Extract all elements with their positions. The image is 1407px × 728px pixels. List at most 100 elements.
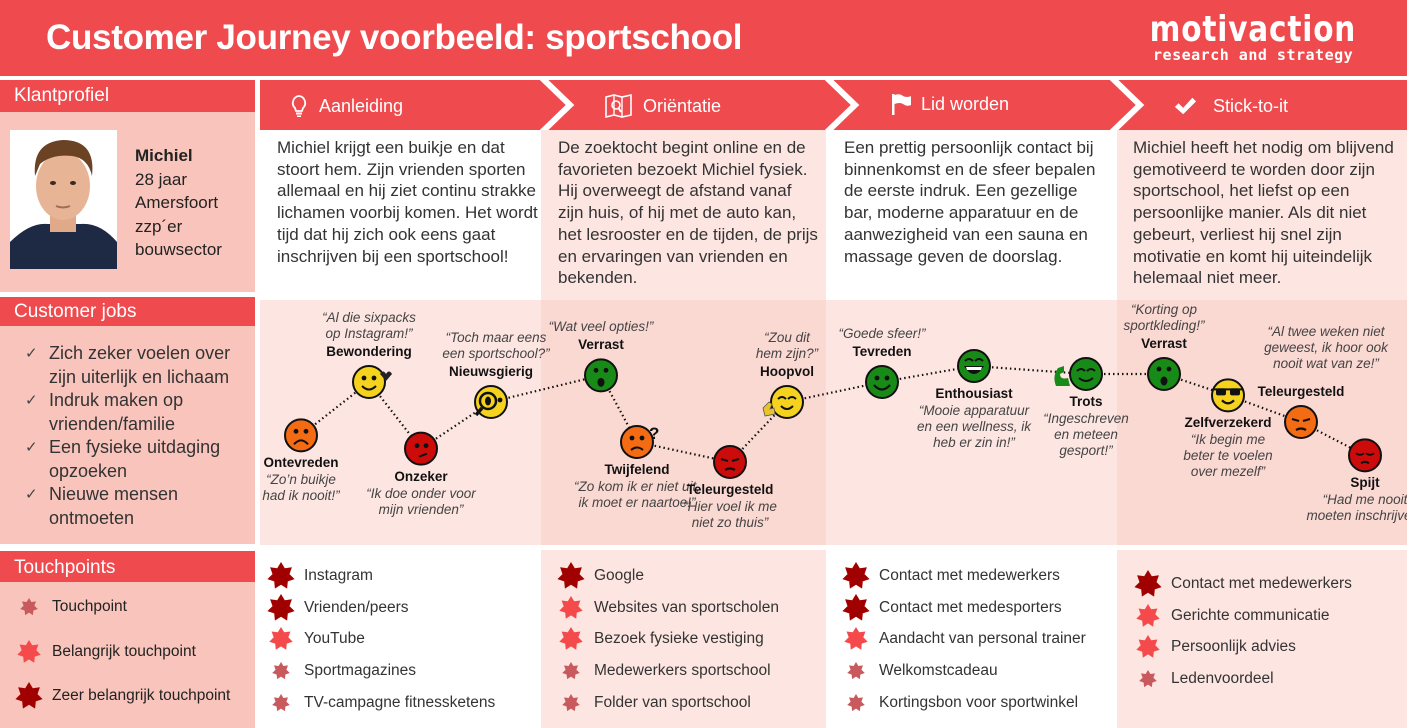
touchpoint-label: TV-campagne fitnessketens — [304, 693, 496, 711]
legend-label: Touchpoint — [52, 598, 127, 615]
touchpoint-item: Ledenvoordeel — [1133, 663, 1352, 695]
touchpoint-label: Vrienden/peers — [304, 598, 409, 616]
touchpoint-item: Aandacht van personal trainer — [841, 623, 1086, 655]
emotion-face-disappointed-icon — [1284, 405, 1318, 439]
emotion-quote: “Zo kom ik er niet uit, ik moet er naart… — [573, 479, 701, 510]
emotion-face-cool-icon — [1211, 378, 1245, 413]
profile-photo — [10, 130, 117, 269]
checkmark-icon — [1173, 94, 1197, 118]
important-touchpoint-star-icon — [1133, 603, 1163, 628]
touchpoint-star-icon — [266, 693, 296, 712]
emotion-quote: “Wat veel opties!” — [548, 319, 654, 335]
checkmark-icon: ✓ — [25, 392, 38, 409]
touchpoint-star-icon — [556, 693, 586, 712]
emotion-label: Trots — [1069, 394, 1103, 409]
phase-label: Lid worden — [921, 93, 1010, 114]
phase-description: Michiel heeft het nodig om blijvend gemo… — [1133, 138, 1394, 288]
touchpoint-item: Contact met medewerkers — [1133, 568, 1352, 600]
touchpoint-star-icon — [266, 661, 296, 680]
emotion-quote: “Zo’n buikje had ik nooit!” — [262, 472, 340, 504]
checkmark-icon: ✓ — [25, 439, 38, 456]
touchpoint-label: Gerichte communicatie — [1171, 606, 1330, 624]
phase-description: Michiel krijgt een buikje en dat stoort … — [277, 138, 538, 266]
phase-description: Een prettig persoonlijk contact bij binn… — [844, 138, 1096, 266]
touchpoint-item: Instagram — [266, 560, 495, 592]
emotion-quote: “Had me nooit moeten inschrijven” — [1306, 492, 1407, 524]
emotion-face-happy-icon — [865, 365, 899, 399]
important-touchpoint-star-icon — [556, 595, 586, 620]
person-avatar-icon — [10, 130, 117, 269]
emotion-label: Enthousiast — [935, 386, 1013, 401]
touchpoint-item: Folder van sportschool — [556, 687, 779, 719]
profile-age: 28 jaar — [135, 169, 187, 189]
very-important-touchpoint-star-icon — [1133, 569, 1163, 598]
touchpoint-list-lid-worden: Contact met medewerkers Contact met medes… — [841, 560, 1086, 718]
very-important-touchpoint-star-icon — [841, 561, 871, 590]
touchpoint-item: Contact met medesporters — [841, 592, 1086, 624]
emotion-label: Hoopvol — [760, 364, 814, 379]
touchpoint-label: Sportmagazines — [304, 661, 417, 679]
jobs-list: ✓ Zich zeker voelen over zijn uiterlijk e… — [25, 342, 240, 530]
legend-item: Belangrijk touchpoint — [14, 640, 196, 664]
checkmark-icon: ✓ — [25, 486, 38, 503]
important-touchpoint-star-icon — [14, 640, 44, 664]
emotion-quote: “Zou dit hem zijn?” — [755, 330, 819, 361]
phase-label: Stick-to-it — [1213, 95, 1289, 116]
touchpoint-label: Aandacht van personal trainer — [879, 630, 1086, 648]
emotion-face-laugh-icon — [957, 349, 991, 383]
touchpoint-item: Sportmagazines — [266, 655, 495, 687]
page-title: Customer Journey voorbeeld: sportschool — [46, 18, 743, 57]
phase-tab-stick-to-it: Stick-to-it — [1173, 94, 1288, 118]
emotion-quote: “Toch maar eens een sportschool?” — [442, 330, 550, 361]
emotion-label: Verrast — [1141, 336, 1187, 351]
emotion-label: Onzeker — [394, 468, 448, 484]
touchpoint-label: YouTube — [304, 630, 365, 648]
touchpoint-star-icon — [556, 661, 586, 680]
phase-tab-aanleiding: Aanleiding — [287, 94, 403, 118]
touchpoint-label: Folder van sportschool — [594, 693, 751, 711]
emotion-quote: “Mooie apparatuur en een wellness, ik he… — [916, 403, 1032, 450]
emotion-quote: “Al die sixpacks op Instagram!” — [322, 310, 416, 341]
touchpoint-label: Contact met medewerkers — [879, 566, 1060, 584]
job-item: ✓ Indruk maken op vrienden/familie — [25, 390, 184, 434]
emotion-quote: “Hier voel ik me niet zo thuis” — [683, 499, 777, 530]
emotion-face-regret-icon — [1348, 438, 1382, 473]
job-item: ✓ Nieuwe mensen ontmoeten — [25, 484, 179, 528]
emotion-quote: “Ik begin me beter te voelen over mezelf… — [1183, 432, 1273, 480]
touchpoint-label: Websites van sportscholen — [594, 598, 779, 616]
touchpoint-star-icon — [14, 598, 44, 616]
emotion-quote: “Ik doe onder voor mijn vrienden” — [366, 485, 476, 517]
emotion-face-surprised-icon — [584, 358, 618, 393]
logo-main: motivaction — [1149, 9, 1357, 50]
emotion-face-love-icon — [352, 365, 392, 399]
profile-city: Amersfoort — [135, 193, 219, 212]
touchpoint-star-icon — [841, 693, 871, 712]
profile-heading: Klantprofiel — [0, 80, 255, 112]
phase-tab-lid-worden: Lid worden — [889, 92, 1009, 116]
touchpoint-label: Medewerkers sportschool — [594, 661, 771, 679]
emotion-face-hopeful-icon — [762, 385, 804, 419]
checkmark-icon: ✓ — [25, 345, 38, 362]
emotion-label: Twijfelend — [604, 462, 670, 477]
phase-label: Aanleiding — [319, 95, 404, 116]
legend-item: Zeer belangrijk touchpoint — [14, 682, 230, 710]
important-touchpoint-star-icon — [556, 627, 586, 651]
emotion-face-surprised-icon — [1147, 357, 1181, 391]
emotion-face-curious-icon — [474, 385, 508, 419]
emotion-face-disappointed-icon — [713, 445, 747, 479]
touchpoint-label: Bezoek fysieke vestiging — [594, 630, 764, 648]
important-touchpoint-star-icon — [266, 627, 296, 651]
emotion-label: Ontevreden — [263, 455, 339, 471]
touchpoint-item: TV-campagne fitnessketens — [266, 687, 495, 719]
touchpoint-list-stick-to-it: Contact met medewerkers Gerichte communic… — [1133, 568, 1352, 695]
touchpoint-item: Vrienden/peers — [266, 592, 495, 624]
touchpoint-item: YouTube — [266, 623, 495, 655]
svg-text:?: ? — [649, 424, 659, 443]
profile-job: zzp´er — [135, 216, 183, 236]
legend-item: Touchpoint — [14, 598, 127, 616]
very-important-touchpoint-star-icon — [841, 593, 871, 622]
legend-label: Belangrijk touchpoint — [52, 643, 196, 660]
emotion-quote: “Korting op sportkleding!” — [1123, 302, 1205, 333]
emotion-label: Tevreden — [852, 344, 912, 359]
lightbulb-icon — [287, 94, 311, 118]
